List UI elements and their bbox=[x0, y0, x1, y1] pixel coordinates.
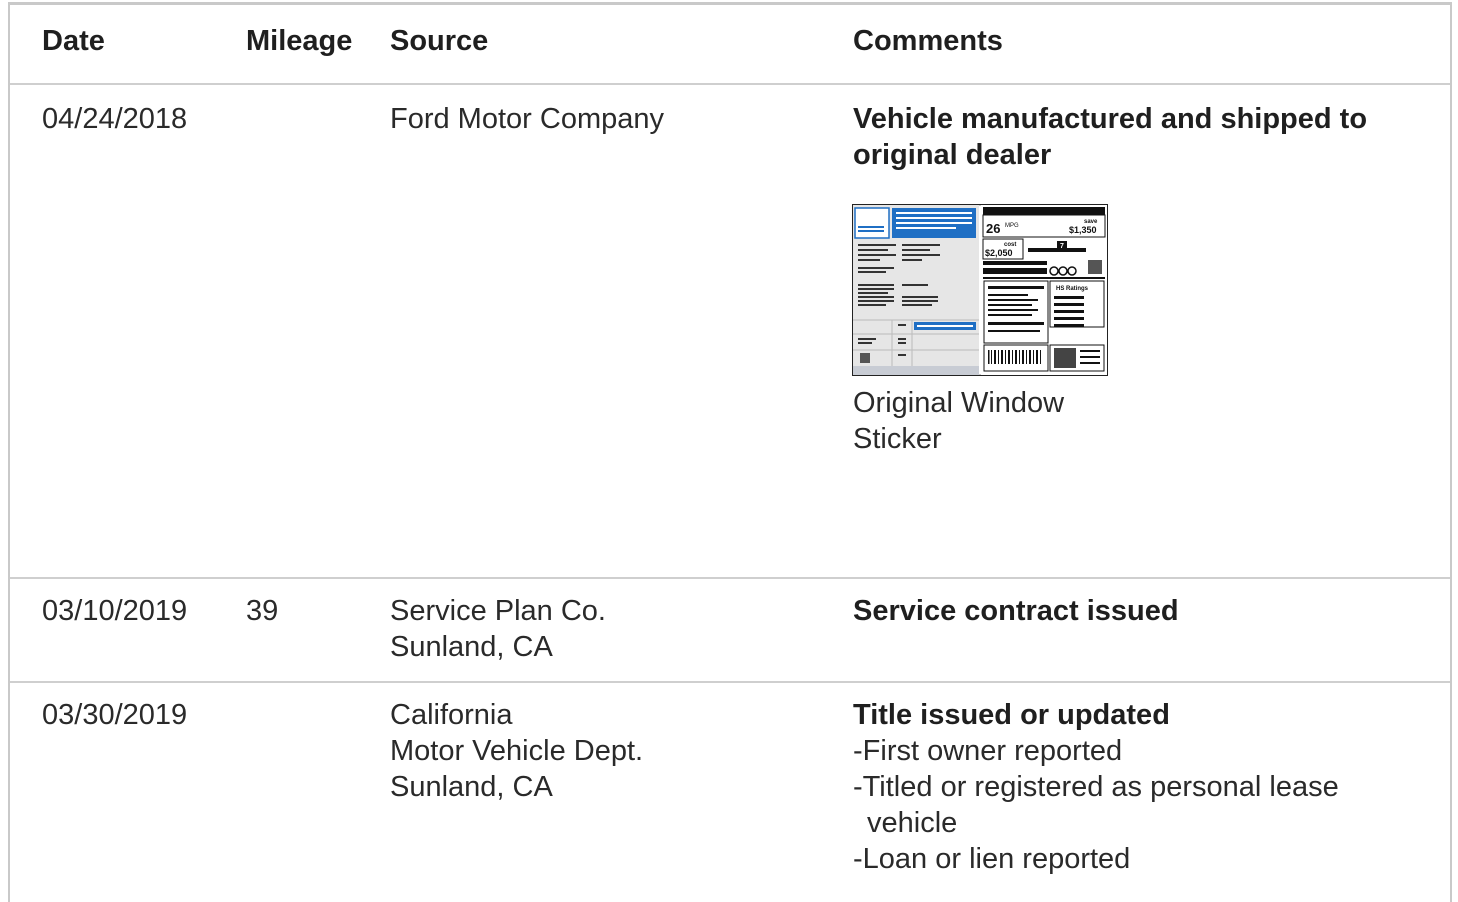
header-mileage: Mileage bbox=[246, 25, 353, 57]
sticker-mpg: 26 bbox=[986, 221, 1000, 236]
sticker-save-amount: $1,350 bbox=[1069, 225, 1097, 235]
sticker-mpg-unit: MPG bbox=[1005, 223, 1019, 229]
source-line: California bbox=[390, 699, 513, 731]
window-sticker-caption[interactable]: Original Window Sticker bbox=[853, 385, 1064, 457]
sticker-rating: 7 bbox=[1060, 243, 1064, 250]
row-date: 03/10/2019 bbox=[42, 595, 188, 627]
row-comment-title: Vehicle manufactured and shipped to orig… bbox=[853, 101, 1367, 173]
comment-bullet: -Loan or lien reported bbox=[853, 843, 1131, 875]
caption-line: Original Window bbox=[853, 387, 1065, 419]
table-row: 03/10/2019 39 Service Plan Co. Sunland, … bbox=[10, 579, 1450, 683]
sticker-cost-amount: $2,050 bbox=[985, 248, 1013, 258]
sticker-ratings-label: HS Ratings bbox=[1056, 286, 1089, 292]
caption-line: Sticker bbox=[853, 423, 942, 455]
comment-title-line: Service contract issued bbox=[853, 595, 1179, 627]
comment-bullet-text: Titled or registered as personal lease v… bbox=[862, 771, 1339, 839]
window-sticker-image: 26 MPG save $1,350 cost $2,050 7 HS Rati… bbox=[851, 203, 1109, 377]
source-line: Ford Motor Company bbox=[390, 103, 664, 135]
table-header: Date Mileage Source Comments bbox=[10, 5, 1450, 85]
comment-bullet: -First owner reported bbox=[853, 735, 1123, 767]
source-line: Service Plan Co. bbox=[390, 595, 606, 627]
source-line: Sunland, CA bbox=[390, 771, 553, 803]
comment-bullet: -Titled or registered as personal lease … bbox=[853, 771, 1339, 839]
comment-title-line: Title issued or updated bbox=[853, 699, 1170, 731]
comment-title-line: Vehicle manufactured and shipped to bbox=[853, 103, 1368, 135]
table-row: 03/30/2019 California Motor Vehicle Dept… bbox=[10, 683, 1450, 893]
comment-bullet-text: Loan or lien reported bbox=[862, 843, 1131, 875]
row-comment-title: Service contract issued bbox=[853, 593, 1179, 629]
row-mileage: 39 bbox=[246, 595, 279, 627]
row-source: Service Plan Co. Sunland, CA bbox=[390, 593, 606, 665]
row-date: 04/24/2018 bbox=[42, 103, 188, 135]
header-comments: Comments bbox=[853, 25, 1003, 57]
header-source: Source bbox=[390, 25, 489, 57]
comment-title-line: original dealer bbox=[853, 139, 1052, 171]
table-row: 04/24/2018 Ford Motor Company Vehicle ma… bbox=[10, 85, 1450, 579]
header-date: Date bbox=[42, 25, 105, 57]
row-comments: Title issued or updated -First owner rep… bbox=[853, 697, 1413, 877]
row-source: Ford Motor Company bbox=[390, 101, 664, 137]
source-line: Sunland, CA bbox=[390, 631, 553, 663]
row-date: 03/30/2019 bbox=[42, 699, 188, 731]
window-sticker-thumbnail[interactable]: 26 MPG save $1,350 cost $2,050 7 HS Rati… bbox=[851, 203, 1109, 381]
comment-bullet-text: First owner reported bbox=[862, 735, 1123, 767]
row-source: California Motor Vehicle Dept. Sunland, … bbox=[390, 697, 643, 805]
source-line: Motor Vehicle Dept. bbox=[390, 735, 644, 767]
